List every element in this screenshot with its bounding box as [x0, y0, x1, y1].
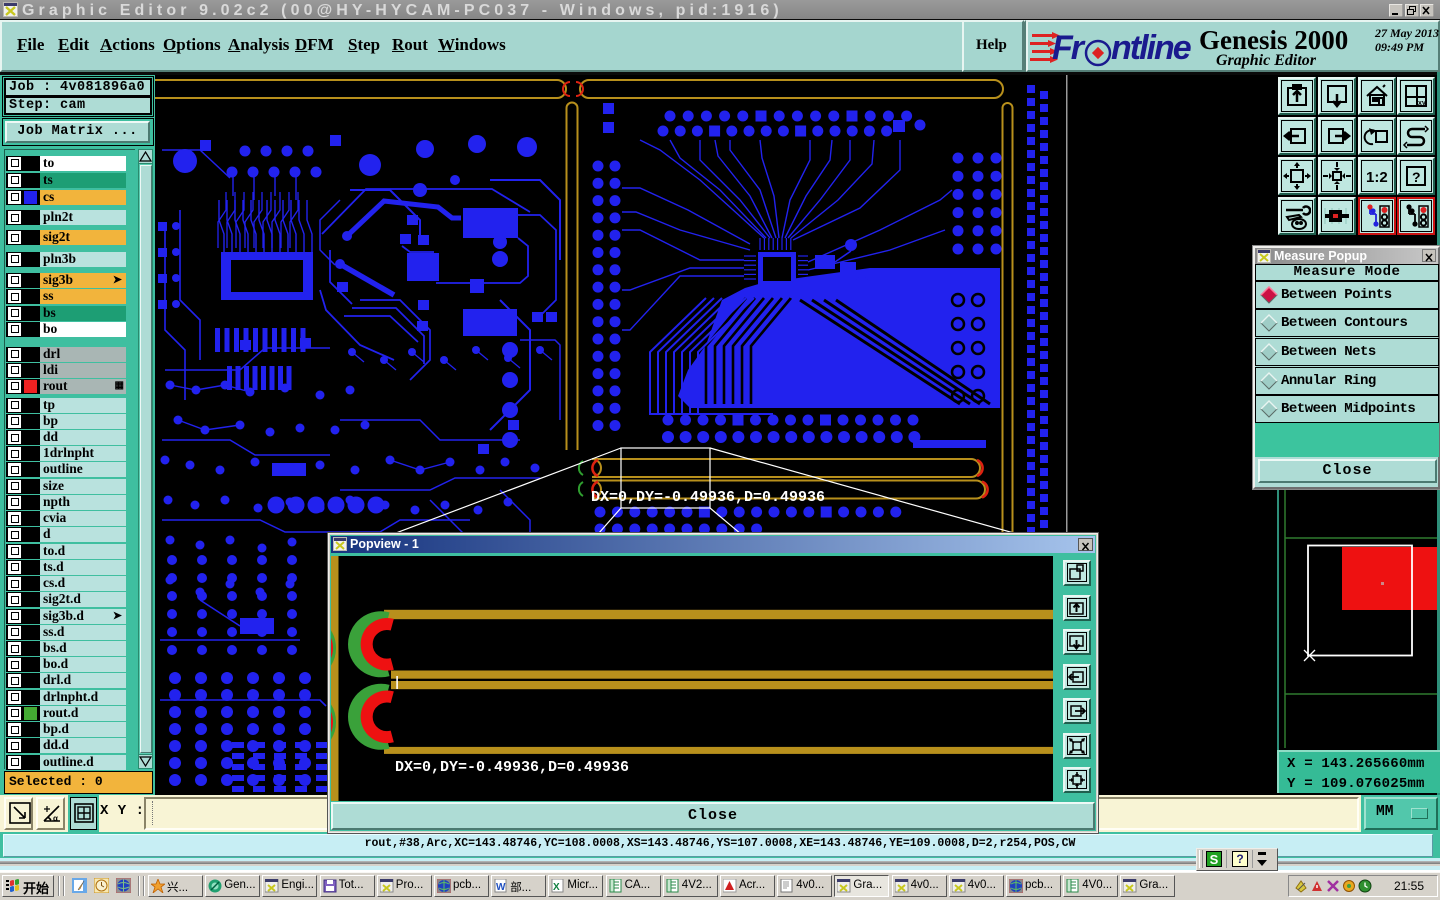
svg-text:DX=0,DY=-0.49936,D=0.49936: DX=0,DY=-0.49936,D=0.49936	[395, 759, 629, 776]
svg-text:?: ?	[1412, 169, 1421, 185]
svg-text:Fr: Fr	[1052, 29, 1086, 67]
svg-text:ntline: ntline	[1111, 29, 1191, 67]
svg-text:DX=0,DY=-0.49936,D=0.49936: DX=0,DY=-0.49936,D=0.49936	[591, 489, 825, 506]
svg-text:xy: xy	[1418, 100, 1426, 107]
svg-text:α: α	[53, 814, 58, 823]
svg-text:W: W	[496, 882, 506, 893]
svg-text:X: X	[553, 882, 560, 893]
svg-text:1:2: 1:2	[1366, 169, 1388, 186]
